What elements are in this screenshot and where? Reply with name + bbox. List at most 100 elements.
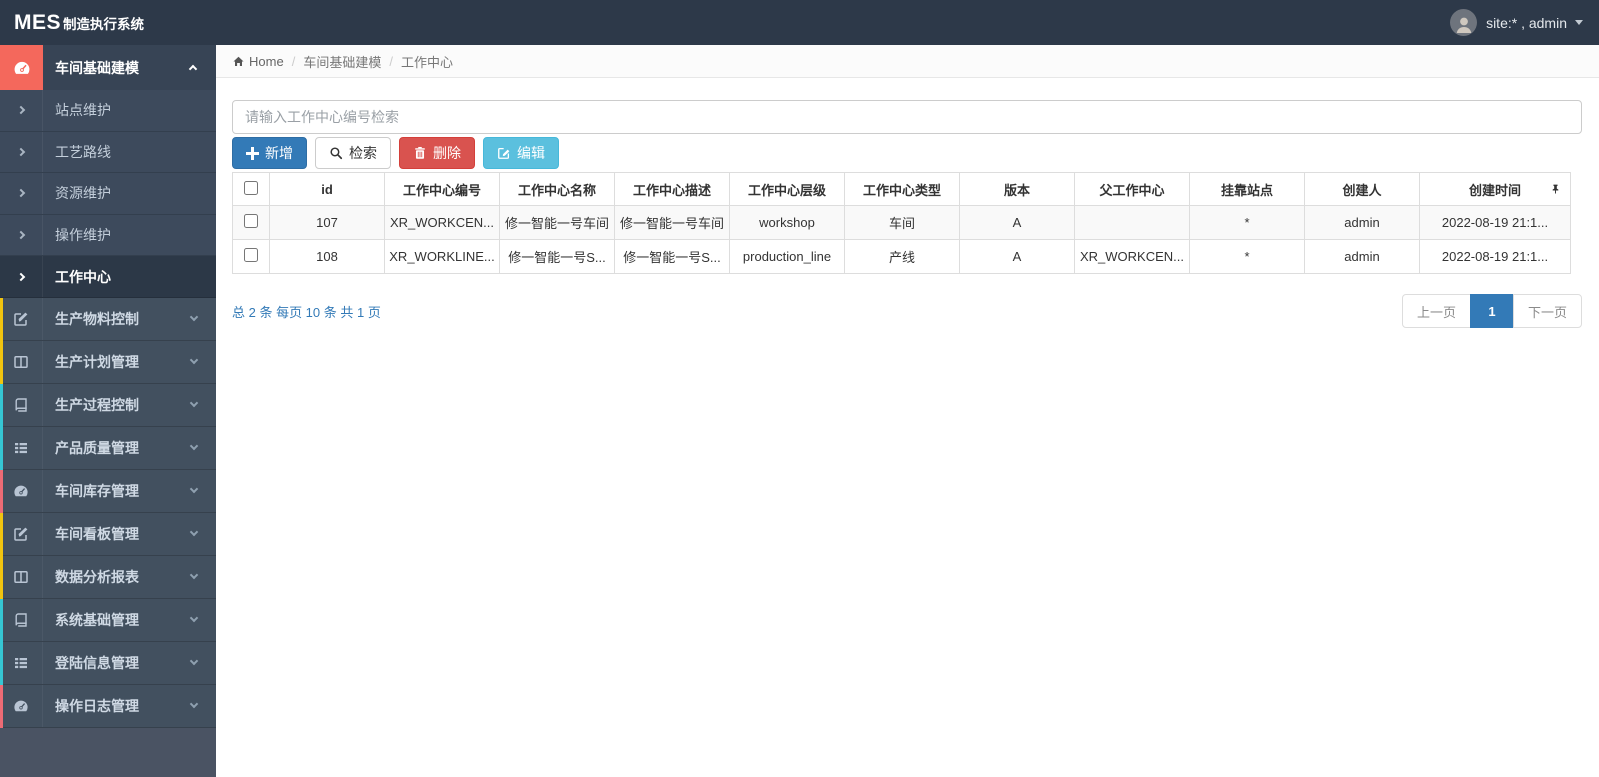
table-header-row: id 工作中心编号 工作中心名称 工作中心描述 工作中心层级 工作中心类型 版本… — [232, 172, 1571, 206]
sidebar-item-label: 系统基础管理 — [55, 611, 139, 628]
chevron-down-icon — [189, 356, 199, 365]
chevron-right-icon — [16, 147, 26, 157]
prev-page-button[interactable]: 上一页 — [1401, 294, 1471, 328]
chevron-up-icon — [188, 64, 198, 74]
chevron-down-icon — [189, 614, 199, 623]
sidebar-item-product-quality-management[interactable]: 产品质量管理 — [0, 426, 216, 470]
sidebar-item-workshop-inventory-management[interactable]: 车间库存管理 — [0, 469, 216, 513]
cell-version: A — [959, 239, 1075, 274]
list-icon — [13, 655, 29, 671]
column-header-id: id — [269, 172, 385, 206]
sidebar-item-label: 生产计划管理 — [55, 353, 139, 370]
cell-version: A — [959, 205, 1075, 240]
plus-icon — [246, 146, 259, 160]
sidebar-item-system-basic-management[interactable]: 系统基础管理 — [0, 598, 216, 642]
delete-button[interactable]: 删除 — [399, 137, 475, 169]
column-header-name: 工作中心名称 — [499, 172, 615, 206]
chevron-right-icon — [16, 106, 26, 115]
sidebar-item-resource-maintenance[interactable]: 资源维护 — [0, 173, 216, 215]
breadcrumb-level1[interactable]: 车间基础建模 — [303, 52, 381, 71]
cell-created-time: 2022-08-19 21:1... — [1419, 205, 1571, 240]
columns-icon — [13, 569, 29, 585]
search-button[interactable]: 检索 — [315, 137, 391, 169]
columns-icon — [13, 354, 29, 370]
column-header-description: 工作中心描述 — [614, 172, 730, 206]
user-label: site:* , admin — [1486, 14, 1567, 31]
cell-type: 产线 — [844, 239, 960, 274]
sidebar-item-label: 工艺路线 — [55, 143, 111, 160]
cell-type: 车间 — [844, 205, 960, 240]
select-all-checkbox[interactable] — [244, 180, 258, 195]
content-area: 新增 检索 删除 编辑 — [216, 78, 1599, 328]
breadcrumb: Home / 车间基础建模 / 工作中心 — [216, 45, 1599, 78]
chevron-right-icon — [16, 272, 26, 281]
search-input[interactable] — [232, 100, 1582, 134]
sidebar-item-operation-log-management[interactable]: 操作日志管理 — [0, 684, 216, 728]
brand-bold: MES — [14, 10, 62, 34]
search-icon — [329, 146, 343, 160]
sidebar-item-workshop-kanban-management[interactable]: 车间看板管理 — [0, 512, 216, 556]
cell-code: XR_WORKCEN... — [384, 205, 500, 240]
column-header-creator: 创建人 — [1304, 172, 1420, 206]
cell-name: 修一智能一号S... — [499, 239, 615, 274]
cell-name: 修一智能一号车间 — [499, 205, 615, 240]
cell-parent — [1074, 205, 1190, 240]
chevron-down-icon — [189, 657, 199, 666]
book-icon — [13, 397, 29, 413]
page-1-button[interactable]: 1 — [1469, 294, 1514, 328]
sidebar-item-label: 数据分析报表 — [55, 568, 139, 585]
chevron-right-icon — [16, 189, 26, 198]
cell-created-time: 2022-08-19 21:1... — [1419, 239, 1571, 274]
column-header-station: 挂靠站点 — [1189, 172, 1305, 206]
next-page-button[interactable]: 下一页 — [1512, 294, 1582, 328]
cell-description: 修一智能一号车间 — [614, 205, 730, 240]
user-avatar — [1450, 9, 1478, 36]
cell-id: 108 — [269, 239, 385, 274]
cell-creator: admin — [1304, 239, 1420, 274]
sidebar-item-label: 车间基础建模 — [55, 59, 139, 76]
edit-button[interactable]: 编辑 — [483, 137, 559, 169]
sidebar-accent-strip — [0, 298, 3, 728]
cell-id: 107 — [269, 205, 385, 240]
sidebar-item-label: 登陆信息管理 — [55, 654, 139, 671]
main-content: Home / 车间基础建模 / 工作中心 新增 检索 删除 编辑 — [216, 45, 1599, 777]
column-header-created-time: 创建时间 — [1419, 172, 1571, 206]
cell-code: XR_WORKLINE... — [384, 239, 500, 274]
add-button[interactable]: 新增 — [232, 137, 307, 169]
column-header-level: 工作中心层级 — [729, 172, 845, 206]
breadcrumb-current: 工作中心 — [400, 54, 453, 70]
sidebar-item-label: 操作日志管理 — [55, 697, 139, 714]
row-checkbox[interactable] — [244, 214, 258, 228]
sidebar-item-label: 生产过程控制 — [55, 396, 139, 413]
pin-icon[interactable] — [1550, 184, 1561, 195]
sidebar-item-data-analysis-report[interactable]: 数据分析报表 — [0, 555, 216, 599]
work-center-table: id 工作中心编号 工作中心名称 工作中心描述 工作中心层级 工作中心类型 版本… — [232, 172, 1571, 274]
edit-icon — [497, 146, 511, 160]
pagination: 上一页 1 下一页 — [1401, 294, 1582, 328]
column-header-code: 工作中心编号 — [384, 172, 500, 206]
book-icon — [13, 612, 29, 628]
user-icon — [1454, 15, 1474, 35]
sidebar-item-production-process-control[interactable]: 生产过程控制 — [0, 383, 216, 427]
sidebar-item-station-maintenance[interactable]: 站点维护 — [0, 90, 216, 132]
sidebar-item-production-plan-management[interactable]: 生产计划管理 — [0, 340, 216, 384]
record-stats: 总 2 条 每页 10 条 共 1 页 — [232, 304, 381, 320]
breadcrumb-home-link[interactable]: Home — [232, 54, 284, 69]
cell-description: 修一智能一号S... — [614, 239, 730, 274]
breadcrumb-separator: / — [291, 53, 296, 69]
row-checkbox[interactable] — [244, 248, 258, 262]
sidebar-item-process-route[interactable]: 工艺路线 — [0, 131, 216, 174]
app-logo: MES 制造执行系统 — [14, 11, 144, 35]
sidebar-item-operation-maintenance[interactable]: 操作维护 — [0, 214, 216, 257]
gauge-icon — [13, 698, 29, 714]
cell-creator: admin — [1304, 205, 1420, 240]
chevron-down-icon — [189, 399, 199, 408]
sidebar-item-work-center[interactable]: 工作中心 — [0, 256, 216, 298]
chevron-down-icon — [189, 528, 199, 537]
sidebar-item-workshop-modeling[interactable]: 车间基础建模 — [0, 45, 216, 90]
sidebar-item-login-info-management[interactable]: 登陆信息管理 — [0, 641, 216, 685]
gauge-icon — [13, 483, 29, 499]
user-menu[interactable]: site:* , admin — [1450, 9, 1583, 36]
toolbar: 新增 检索 删除 编辑 — [232, 137, 1582, 169]
sidebar-item-production-material-control[interactable]: 生产物料控制 — [0, 297, 216, 341]
